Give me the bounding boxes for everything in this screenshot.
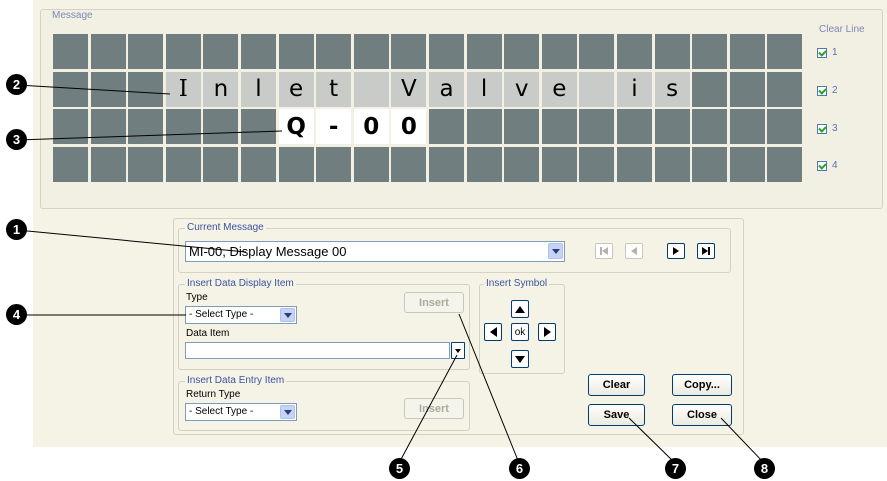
callout-line-7: [628, 417, 676, 464]
callout-6: 6: [509, 458, 530, 479]
callout-5: 5: [389, 458, 410, 479]
callout-line-1: [16, 229, 247, 253]
callout-7: 7: [665, 458, 686, 479]
callout-2: 2: [6, 74, 27, 95]
callout-line-8: [720, 417, 765, 464]
callout-1: 1: [6, 219, 27, 240]
callout-3: 3: [6, 129, 27, 150]
callout-line-5: [398, 354, 458, 464]
callout-line-6: [458, 313, 520, 464]
callout-4: 4: [6, 304, 27, 325]
callout-line-2: [16, 84, 171, 95]
callout-line-3: [16, 130, 283, 141]
callout-8: 8: [754, 458, 775, 479]
callout-lines: [16, 84, 765, 464]
